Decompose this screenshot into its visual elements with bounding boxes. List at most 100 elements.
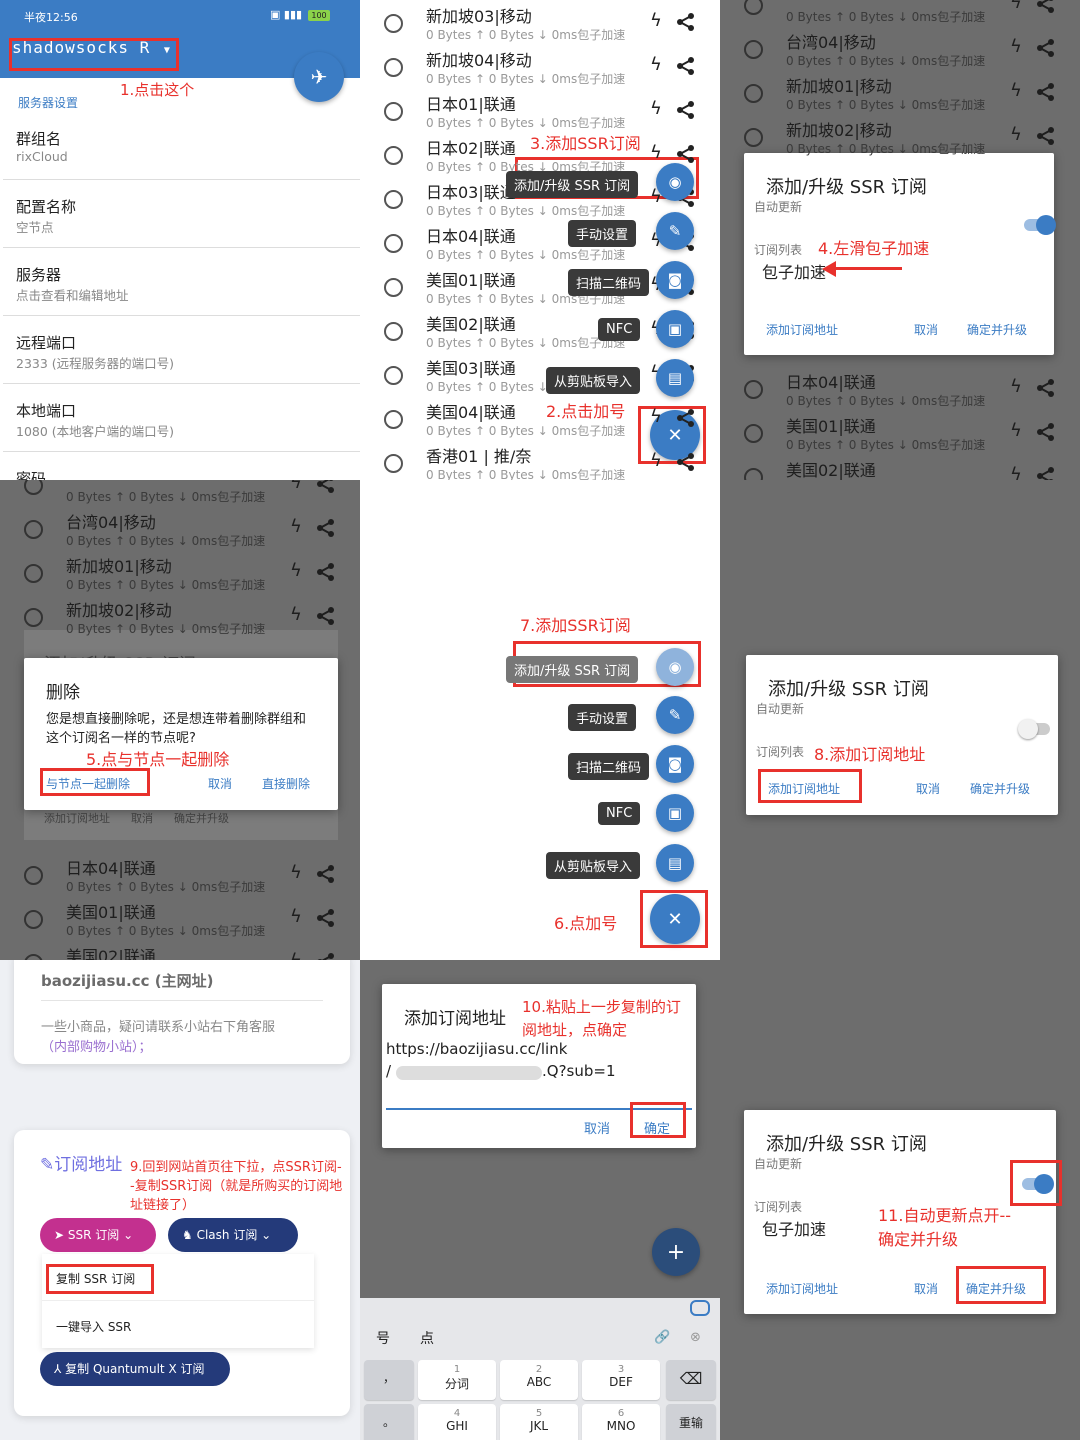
fab-menu-button[interactable]: ▣ xyxy=(656,794,694,832)
kb-key[interactable]: 2 ABC xyxy=(500,1360,578,1400)
node-item[interactable]: 新加坡01|移动 0 Bytes ↑ 0 Bytes ↓ 0ms包子加速 ϟ xyxy=(0,550,360,594)
radio-button[interactable] xyxy=(24,520,43,539)
delete-direct-button[interactable]: 直接删除 xyxy=(262,775,310,792)
fab-menu-label[interactable]: 从剪贴板导入 xyxy=(546,367,641,394)
add-sub-url-button[interactable]: 添加订阅地址 xyxy=(766,321,838,338)
lightning-icon[interactable]: ϟ xyxy=(290,950,302,960)
node-item[interactable]: 0 Bytes ↑ 0 Bytes ↓ 0ms包子加速 ϟ xyxy=(0,480,360,506)
lightning-icon[interactable]: ϟ xyxy=(650,450,662,471)
close-circle-icon[interactable]: ⊗ xyxy=(690,1330,701,1345)
cancel-button[interactable]: 取消 xyxy=(208,775,232,792)
node-item[interactable]: 美国01|联通 0 Bytes ↑ 0 Bytes ↓ 0ms包子加速 ϟ xyxy=(720,410,1080,454)
node-item[interactable]: 日本04|联通 0 Bytes ↑ 0 Bytes ↓ 0ms包子加速 ϟ xyxy=(720,366,1080,410)
radio-button[interactable] xyxy=(384,102,403,121)
share-icon[interactable] xyxy=(1036,0,1056,14)
fab-menu-button[interactable]: ▤ xyxy=(656,359,694,397)
radio-button[interactable] xyxy=(744,0,763,15)
radio-button[interactable] xyxy=(24,480,43,495)
share-icon[interactable] xyxy=(676,452,696,472)
lightning-icon[interactable]: ϟ xyxy=(290,862,302,883)
radio-button[interactable] xyxy=(384,146,403,165)
auto-update-toggle[interactable] xyxy=(1018,719,1050,739)
add-fab[interactable]: + xyxy=(652,1228,700,1276)
fab-menu-button[interactable]: ◉ xyxy=(656,163,694,201)
add-sub-url-button[interactable]: 添加订阅地址 xyxy=(766,1280,838,1297)
node-item[interactable]: 日本01|联通 0 Bytes ↑ 0 Bytes ↓ 0ms包子加速 ϟ xyxy=(360,88,720,132)
fab-menu-button[interactable]: ▣ xyxy=(656,310,694,348)
radio-button[interactable] xyxy=(384,234,403,253)
node-item[interactable]: 新加坡02|移动 0 Bytes ↑ 0 Bytes ↓ 0ms包子加速 ϟ xyxy=(0,594,360,638)
fab-menu-label[interactable]: 扫描二维码 xyxy=(568,753,650,780)
setting-row[interactable]: 本地端口 1080 (本地客户端的端口号) xyxy=(0,397,360,459)
radio-button[interactable] xyxy=(384,366,403,385)
lightning-icon[interactable]: ϟ xyxy=(290,516,302,537)
node-item[interactable]: 新加坡04|移动 0 Bytes ↑ 0 Bytes ↓ 0ms包子加速 ϟ xyxy=(360,44,720,88)
share-icon[interactable] xyxy=(676,408,696,428)
ssr-sub-button[interactable]: ➤ SSR 订阅 ⌄ xyxy=(40,1218,156,1252)
radio-button[interactable] xyxy=(384,278,403,297)
lightning-icon[interactable]: ϟ xyxy=(1010,124,1022,145)
fab-menu-label[interactable]: NFC xyxy=(598,318,641,341)
kb-key[interactable]: 3 DEF xyxy=(582,1360,660,1400)
radio-button[interactable] xyxy=(744,128,763,147)
share-icon[interactable] xyxy=(676,56,696,76)
clash-sub-button[interactable]: ♞ Clash 订阅 ⌄ xyxy=(168,1218,298,1252)
share-icon[interactable] xyxy=(316,606,336,626)
radio-button[interactable] xyxy=(384,454,403,473)
lightning-icon[interactable]: ϟ xyxy=(650,10,662,31)
quantumult-button[interactable]: ⅄ 复制 Quantumult X 订阅 xyxy=(40,1352,230,1386)
kb-key[interactable]: 5 JKL xyxy=(500,1404,578,1440)
share-icon[interactable] xyxy=(1036,126,1056,146)
setting-row[interactable]: 密码 xyxy=(0,465,360,480)
share-icon[interactable] xyxy=(316,480,336,494)
radio-button[interactable] xyxy=(24,910,43,929)
radio-button[interactable] xyxy=(24,564,43,583)
share-icon[interactable] xyxy=(316,518,336,538)
cancel-button[interactable]: 取消 xyxy=(914,321,938,338)
radio-button[interactable] xyxy=(744,424,763,443)
lightning-icon[interactable]: ϟ xyxy=(650,406,662,427)
lightning-icon[interactable]: ϟ xyxy=(1010,464,1022,480)
shop-link[interactable]: （内部购物小站）； xyxy=(41,1036,152,1055)
cancel-button[interactable]: 取消 xyxy=(584,1118,610,1137)
lightning-icon[interactable]: ϟ xyxy=(290,560,302,581)
node-item[interactable]: 新加坡02|移动 0 Bytes ↑ 0 Bytes ↓ 0ms包子加速 ϟ xyxy=(720,114,1080,158)
sub-item[interactable]: 包子加速 xyxy=(762,259,826,283)
confirm-upgrade-button[interactable]: 确定并升级 xyxy=(967,321,1027,338)
fab-menu-label[interactable]: 添加/升级 SSR 订阅 xyxy=(506,171,639,198)
fab-menu-label[interactable]: 从剪贴板导入 xyxy=(546,852,641,879)
share-icon[interactable] xyxy=(316,908,336,928)
fab-menu-label[interactable]: 添加/升级 SSR 订阅 xyxy=(506,656,639,683)
lightning-icon[interactable]: ϟ xyxy=(290,604,302,625)
link-icon[interactable]: 🔗 xyxy=(654,1330,670,1345)
node-item[interactable]: 美国02|联通 ϟ xyxy=(0,940,360,960)
fab-menu-label[interactable]: 手动设置 xyxy=(568,220,637,247)
node-item[interactable]: 日本04|联通 0 Bytes ↑ 0 Bytes ↓ 0ms包子加速 ϟ xyxy=(0,852,360,896)
setting-row[interactable]: 群组名 rixCloud xyxy=(0,125,360,187)
node-item[interactable]: 香港01 | 推/奈 0 Bytes ↑ 0 Bytes ↓ 0ms包子加速 ϟ xyxy=(360,440,720,480)
kb-side-key[interactable]: 。 xyxy=(364,1404,414,1440)
radio-button[interactable] xyxy=(384,58,403,77)
node-item[interactable]: 美国02|联通 ϟ xyxy=(720,454,1080,480)
kb-suggest-2[interactable]: 点 xyxy=(420,1328,434,1348)
backspace-key[interactable]: ⌫ xyxy=(666,1360,716,1400)
lightning-icon[interactable]: ϟ xyxy=(650,98,662,119)
lightning-icon[interactable]: ϟ xyxy=(1010,420,1022,441)
kb-side-key[interactable]: ， xyxy=(364,1360,414,1400)
share-icon[interactable] xyxy=(316,864,336,884)
node-item[interactable]: 0 Bytes ↑ 0 Bytes ↓ 0ms包子加速 ϟ xyxy=(720,0,1080,26)
kb-key[interactable]: 6 MNO xyxy=(582,1404,660,1440)
fab-menu-button[interactable]: ◉ xyxy=(656,648,694,686)
radio-button[interactable] xyxy=(24,866,43,885)
share-icon[interactable] xyxy=(316,952,336,960)
share-icon[interactable] xyxy=(1036,378,1056,398)
share-icon[interactable] xyxy=(676,12,696,32)
setting-row[interactable]: 远程端口 2333 (远程服务器的端口号) xyxy=(0,329,360,391)
reenter-key[interactable]: 重输 xyxy=(666,1404,716,1440)
fab-menu-button[interactable]: ▤ xyxy=(656,844,694,882)
radio-button[interactable] xyxy=(744,468,763,480)
setting-row[interactable]: 配置名称 空节点 xyxy=(0,193,360,255)
radio-button[interactable] xyxy=(384,410,403,429)
kb-key[interactable]: 1 分词 xyxy=(418,1360,496,1400)
share-icon[interactable] xyxy=(676,100,696,120)
